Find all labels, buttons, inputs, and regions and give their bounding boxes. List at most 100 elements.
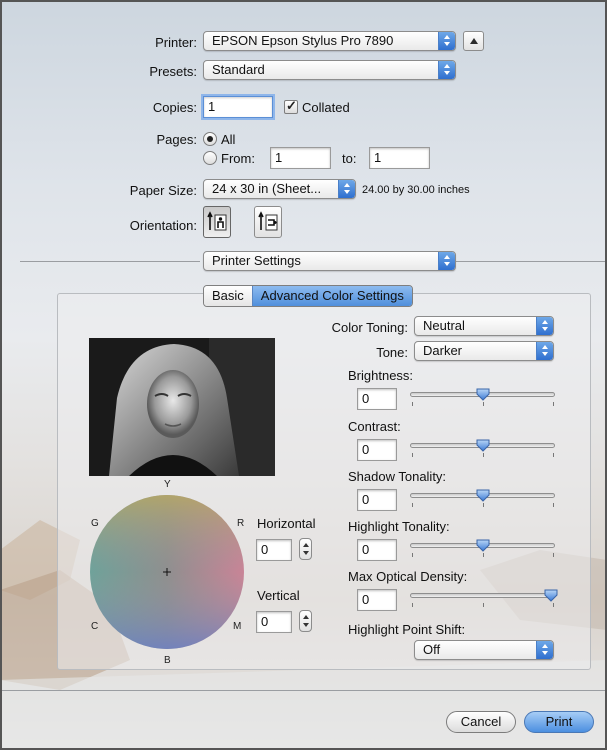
copies-field[interactable]: 1	[203, 96, 273, 118]
cancel-button[interactable]: Cancel	[446, 711, 516, 733]
pages-to-label: to:	[342, 151, 357, 166]
collated-checkbox[interactable]: ✓	[284, 98, 298, 114]
separator-line	[456, 261, 606, 262]
wheel-label-y: Y	[164, 479, 171, 490]
popup-arrows-icon	[438, 252, 455, 270]
disclosure-button[interactable]	[463, 31, 484, 51]
slider-tick	[412, 603, 413, 607]
slider-label: Highlight Tonality:	[348, 519, 450, 534]
pages-all-radio[interactable]	[203, 132, 217, 146]
pages-from-label: From:	[221, 151, 255, 166]
printer-popup[interactable]: EPSON Epson Stylus Pro 7890	[203, 31, 456, 51]
slider-tick	[412, 453, 413, 457]
slider-value-field[interactable]: 0	[357, 489, 397, 511]
orientation-label: Orientation:	[129, 218, 197, 233]
tab-advanced-color-settings[interactable]: Advanced Color Settings	[251, 286, 412, 306]
section-popup[interactable]: Printer Settings	[203, 251, 456, 271]
wheel-label-b: B	[164, 655, 171, 666]
slider-tick	[483, 503, 484, 507]
paper-size-popup[interactable]: 24 x 30 in (Sheet...	[203, 179, 356, 199]
paper-size-label: Paper Size:	[129, 183, 197, 198]
pages-label: Pages:	[156, 132, 197, 147]
pages-from-field[interactable]: 1	[270, 147, 331, 169]
slider-tick	[483, 453, 484, 457]
highlight-point-shift-popup[interactable]: Off	[414, 640, 554, 660]
checkmark-icon: ✓	[286, 98, 297, 113]
slider-label: Max Optical Density:	[348, 569, 468, 584]
orientation-portrait-button[interactable]	[203, 206, 231, 238]
pages-from-radio[interactable]	[203, 151, 217, 165]
popup-arrows-icon	[536, 641, 553, 659]
slider-tick	[412, 503, 413, 507]
paper-size-value: 24 x 30 in (Sheet...	[212, 181, 322, 196]
popup-arrows-icon	[536, 317, 553, 335]
slider-track[interactable]	[410, 593, 555, 598]
presets-label: Presets:	[149, 64, 197, 79]
slider-value-field[interactable]: 0	[357, 388, 397, 410]
slider-knob-icon	[476, 388, 490, 401]
slider-tick	[483, 603, 484, 607]
slider-value-field[interactable]: 0	[357, 539, 397, 561]
color-toning-value: Neutral	[423, 318, 465, 333]
wheel-label-c: C	[91, 621, 99, 632]
popup-arrows-icon	[338, 180, 355, 198]
popup-arrows-icon	[536, 342, 553, 360]
vertical-field[interactable]: 0	[256, 611, 292, 633]
presets-popup[interactable]: Standard	[203, 60, 456, 80]
slider-tick	[553, 603, 554, 607]
popup-arrows-icon	[438, 61, 455, 79]
horizontal-stepper[interactable]	[299, 538, 312, 560]
slider-knob-icon	[476, 539, 490, 552]
slider-value-field[interactable]: 0	[357, 589, 397, 611]
tone-value: Darker	[423, 343, 463, 358]
horizontal-field[interactable]: 0	[256, 539, 292, 561]
slider-label: Brightness:	[348, 368, 414, 383]
slider-knob-icon	[476, 439, 490, 452]
triangle-up-icon	[470, 38, 478, 44]
slider-tick	[553, 402, 554, 406]
separator-line	[20, 261, 200, 262]
pages-all-label: All	[221, 132, 236, 147]
horizontal-label: Horizontal	[257, 516, 316, 531]
color-wheel[interactable]	[89, 494, 245, 650]
color-toning-label: Color Toning:	[331, 320, 408, 335]
highlight-point-shift-label: Highlight Point Shift:	[348, 622, 466, 637]
printer-value: EPSON Epson Stylus Pro 7890	[212, 33, 394, 48]
slider-label: Contrast:	[348, 419, 401, 434]
slider-tick	[483, 553, 484, 557]
slider-tick	[483, 402, 484, 406]
preview-photo	[89, 338, 275, 476]
radio-selected-dot	[207, 136, 213, 142]
tab-control: Basic Advanced Color Settings	[203, 285, 413, 307]
slider-tick	[553, 453, 554, 457]
slider-knob-icon	[544, 589, 558, 602]
tone-label: Tone:	[376, 345, 408, 360]
wheel-label-m: M	[233, 621, 242, 632]
color-toning-popup[interactable]: Neutral	[414, 316, 554, 336]
slider-knob-icon	[476, 489, 490, 502]
highlight-point-shift-value: Off	[423, 642, 441, 657]
section-popup-value: Printer Settings	[212, 253, 301, 268]
orientation-landscape-button[interactable]	[254, 206, 282, 238]
vertical-label: Vertical	[257, 588, 300, 603]
slider-tick	[553, 553, 554, 557]
slider-tick	[412, 553, 413, 557]
printer-label: Printer:	[155, 35, 197, 50]
tab-basic[interactable]: Basic	[204, 286, 252, 306]
slider-tick	[553, 503, 554, 507]
slider-label: Shadow Tonality:	[348, 469, 447, 484]
slider-tick	[412, 402, 413, 406]
collated-label: Collated	[302, 100, 350, 115]
pages-to-field[interactable]: 1	[369, 147, 430, 169]
popup-arrows-icon	[438, 32, 455, 50]
presets-value: Standard	[212, 62, 265, 77]
slider-value-field[interactable]: 0	[357, 439, 397, 461]
landscape-person-icon	[258, 211, 278, 231]
vertical-stepper[interactable]	[299, 610, 312, 632]
copies-label: Copies:	[152, 100, 197, 115]
wheel-label-r: R	[237, 518, 245, 529]
print-button[interactable]: Print	[524, 711, 594, 733]
tone-popup[interactable]: Darker	[414, 341, 554, 361]
footer-separator	[2, 690, 605, 691]
paper-dimensions: 24.00 by 30.00 inches	[362, 184, 470, 196]
